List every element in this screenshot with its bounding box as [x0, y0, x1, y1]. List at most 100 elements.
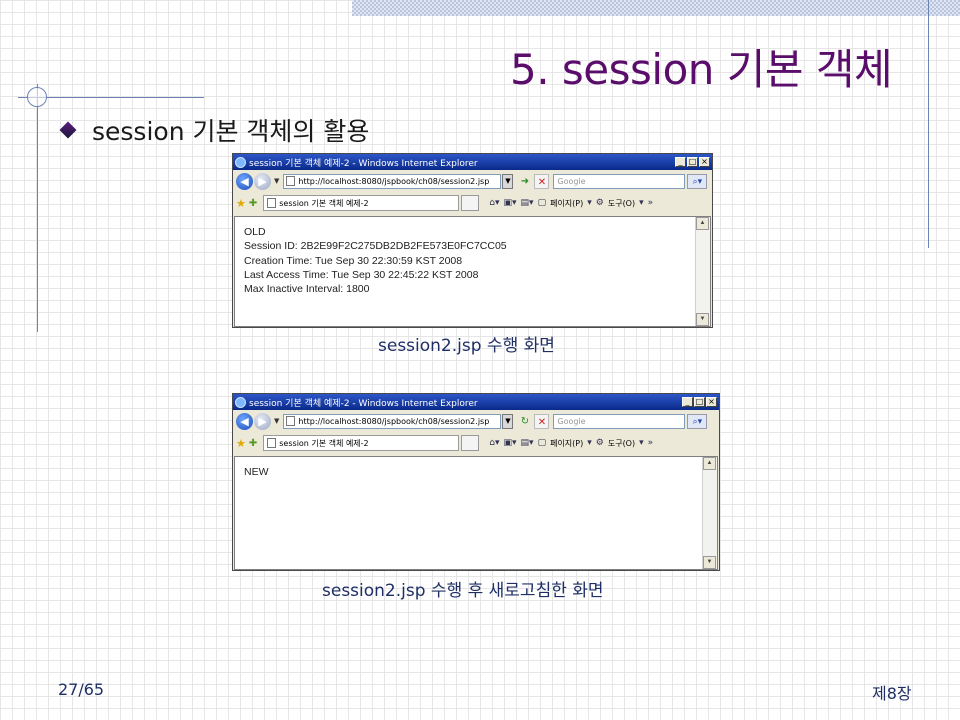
chevron-more-icon[interactable]: »	[648, 198, 654, 208]
window-titlebar: session 기본 객체 예제-2 - Windows Internet Ex…	[233, 394, 719, 410]
tools-menu[interactable]: 도구(O)	[608, 198, 635, 209]
scroll-up-icon[interactable]: ▲	[696, 217, 709, 230]
chevron-more-icon[interactable]: »	[648, 438, 654, 448]
minimize-button[interactable]: _	[675, 157, 686, 167]
decor-ring	[27, 87, 47, 107]
decor-vertical-line-left	[37, 84, 38, 332]
chapter-label: 제8장	[872, 684, 912, 703]
content-line: Last Access Time: Tue Sep 30 22:45:22 KS…	[244, 268, 479, 281]
bullet-item: session 기본 객체의 활용	[58, 112, 369, 148]
forward-arrow-icon[interactable]: ▶	[254, 412, 271, 430]
page-content: OLD Session ID: 2B2E99F2C275DB2DB2FE573E…	[234, 216, 711, 327]
url-text: http://localhost:8080/jspbook/ch08/sessi…	[298, 416, 490, 426]
search-icon[interactable]: ⌕▾	[687, 173, 708, 189]
home-icon[interactable]: ⌂▾	[489, 198, 499, 208]
browser-window-1: session 기본 객체 예제-2 - Windows Internet Ex…	[232, 153, 713, 328]
header-pattern-band	[352, 0, 960, 16]
content-line: Creation Time: Tue Sep 30 22:30:59 KST 2…	[244, 254, 463, 267]
stop-icon[interactable]: ✕	[534, 173, 550, 189]
add-favorites-icon[interactable]: ✚	[249, 198, 257, 209]
new-tab-button[interactable]	[461, 435, 480, 451]
search-input[interactable]: Google	[553, 413, 686, 429]
page-icon	[286, 416, 296, 426]
command-bar: ⌂▾ ▣▾ ▤▾ ▢ 페이지(P) ▾ ⚙ 도구(O) ▾ »	[489, 198, 653, 209]
tab-label: session 기본 객체 예제-2	[279, 438, 369, 448]
page-menu-dropdown-icon[interactable]: ▾	[587, 198, 592, 208]
search-input[interactable]: Google	[553, 173, 686, 189]
close-button[interactable]: ×	[706, 397, 717, 407]
caption-2: session2.jsp 수행 후 새로고침한 화면	[322, 581, 604, 601]
window-titlebar: session 기본 객체 예제-2 - Windows Internet Ex…	[233, 154, 712, 170]
page-menu-icon: ▢	[537, 438, 547, 448]
favorites-star-icon[interactable]: ★	[236, 197, 246, 210]
print-icon[interactable]: ▤▾	[521, 438, 534, 448]
decor-vertical-line-right	[928, 0, 929, 248]
tab-bar: ★ ✚ session 기본 객체 예제-2 ⌂▾ ▣▾ ▤▾ ▢ 페이지(P)…	[233, 432, 719, 454]
scroll-down-icon[interactable]: ▼	[703, 556, 716, 569]
stop-icon[interactable]: ✕	[534, 413, 550, 429]
url-text: http://localhost:8080/jspbook/ch08/sessi…	[298, 176, 490, 186]
page-icon	[286, 176, 296, 186]
new-tab-button[interactable]	[461, 195, 480, 211]
page-menu-icon: ▢	[537, 198, 547, 208]
caption-1: session2.jsp 수행 화면	[378, 336, 555, 356]
browser-window-2: session 기본 객체 예제-2 - Windows Internet Ex…	[232, 393, 720, 571]
diamond-bullet-icon	[59, 121, 77, 139]
refresh-icon[interactable]: ↻	[517, 414, 532, 429]
ie-logo-icon	[235, 156, 246, 168]
page-content: NEW ▲ ▼	[234, 456, 718, 570]
home-icon[interactable]: ⌂▾	[489, 438, 499, 448]
tools-gear-icon: ⚙	[595, 198, 604, 208]
add-favorites-icon[interactable]: ✚	[249, 438, 257, 449]
close-button[interactable]: ×	[699, 157, 710, 167]
refresh-icon[interactable]: ➜	[517, 174, 532, 189]
vertical-scrollbar[interactable]: ▲ ▼	[702, 457, 717, 569]
content-line: OLD	[244, 226, 266, 238]
back-arrow-icon[interactable]: ◀	[236, 172, 253, 190]
window-title: session 기본 객체 예제-2 - Windows Internet Ex…	[249, 398, 478, 409]
scroll-up-icon[interactable]: ▲	[703, 457, 716, 470]
address-bar: ◀ ▶ ▼ http://localhost:8080/jspbook/ch08…	[233, 170, 712, 192]
tab-active[interactable]: session 기본 객체 예제-2	[263, 435, 460, 451]
maximize-button[interactable]: □	[694, 397, 705, 407]
history-dropdown-icon[interactable]: ▼	[274, 417, 279, 425]
url-dropdown-icon[interactable]: ▼	[502, 413, 514, 429]
feeds-icon[interactable]: ▣▾	[504, 438, 517, 448]
tools-dropdown-icon[interactable]: ▾	[639, 438, 644, 448]
ie-logo-icon	[235, 396, 246, 408]
page-menu-dropdown-icon[interactable]: ▾	[587, 438, 592, 448]
address-bar: ◀ ▶ ▼ http://localhost:8080/jspbook/ch08…	[233, 410, 719, 432]
page-number: 27/65	[58, 680, 105, 699]
history-dropdown-icon[interactable]: ▼	[274, 177, 279, 185]
bullet-text: session 기본 객체의 활용	[92, 117, 370, 146]
url-input[interactable]: http://localhost:8080/jspbook/ch08/sessi…	[283, 413, 502, 429]
print-icon[interactable]: ▤▾	[521, 198, 534, 208]
window-title: session 기본 객체 예제-2 - Windows Internet Ex…	[249, 158, 478, 169]
tab-active[interactable]: session 기본 객체 예제-2	[263, 195, 460, 211]
url-dropdown-icon[interactable]: ▼	[502, 173, 514, 189]
page-menu[interactable]: 페이지(P)	[550, 438, 583, 449]
tools-menu[interactable]: 도구(O)	[608, 438, 635, 449]
tab-label: session 기본 객체 예제-2	[279, 198, 369, 208]
maximize-button[interactable]: □	[687, 157, 698, 167]
page-menu[interactable]: 페이지(P)	[550, 198, 583, 209]
url-input[interactable]: http://localhost:8080/jspbook/ch08/sessi…	[283, 173, 502, 189]
search-icon[interactable]: ⌕▾	[687, 413, 708, 429]
favorites-star-icon[interactable]: ★	[236, 437, 246, 450]
tab-bar: ★ ✚ session 기본 객체 예제-2 ⌂▾ ▣▾ ▤▾ ▢ 페이지(P)…	[233, 192, 712, 214]
feeds-icon[interactable]: ▣▾	[504, 198, 517, 208]
content-line: NEW	[244, 466, 269, 478]
content-line: Session ID: 2B2E99F2C275DB2DB2FE573E0FC7…	[244, 240, 507, 253]
back-arrow-icon[interactable]: ◀	[236, 412, 253, 430]
vertical-scrollbar[interactable]: ▲ ▼	[695, 217, 710, 326]
command-bar: ⌂▾ ▣▾ ▤▾ ▢ 페이지(P) ▾ ⚙ 도구(O) ▾ »	[489, 438, 653, 449]
tab-page-icon	[267, 438, 277, 448]
tab-page-icon	[267, 198, 277, 208]
slide-title: 5. session 기본 객체	[510, 45, 893, 94]
tools-dropdown-icon[interactable]: ▾	[639, 198, 644, 208]
minimize-button[interactable]: _	[682, 397, 693, 407]
scroll-down-icon[interactable]: ▼	[696, 313, 709, 326]
forward-arrow-icon[interactable]: ▶	[254, 172, 271, 190]
content-line: Max Inactive Interval: 1800	[244, 283, 370, 296]
tools-gear-icon: ⚙	[595, 438, 604, 448]
